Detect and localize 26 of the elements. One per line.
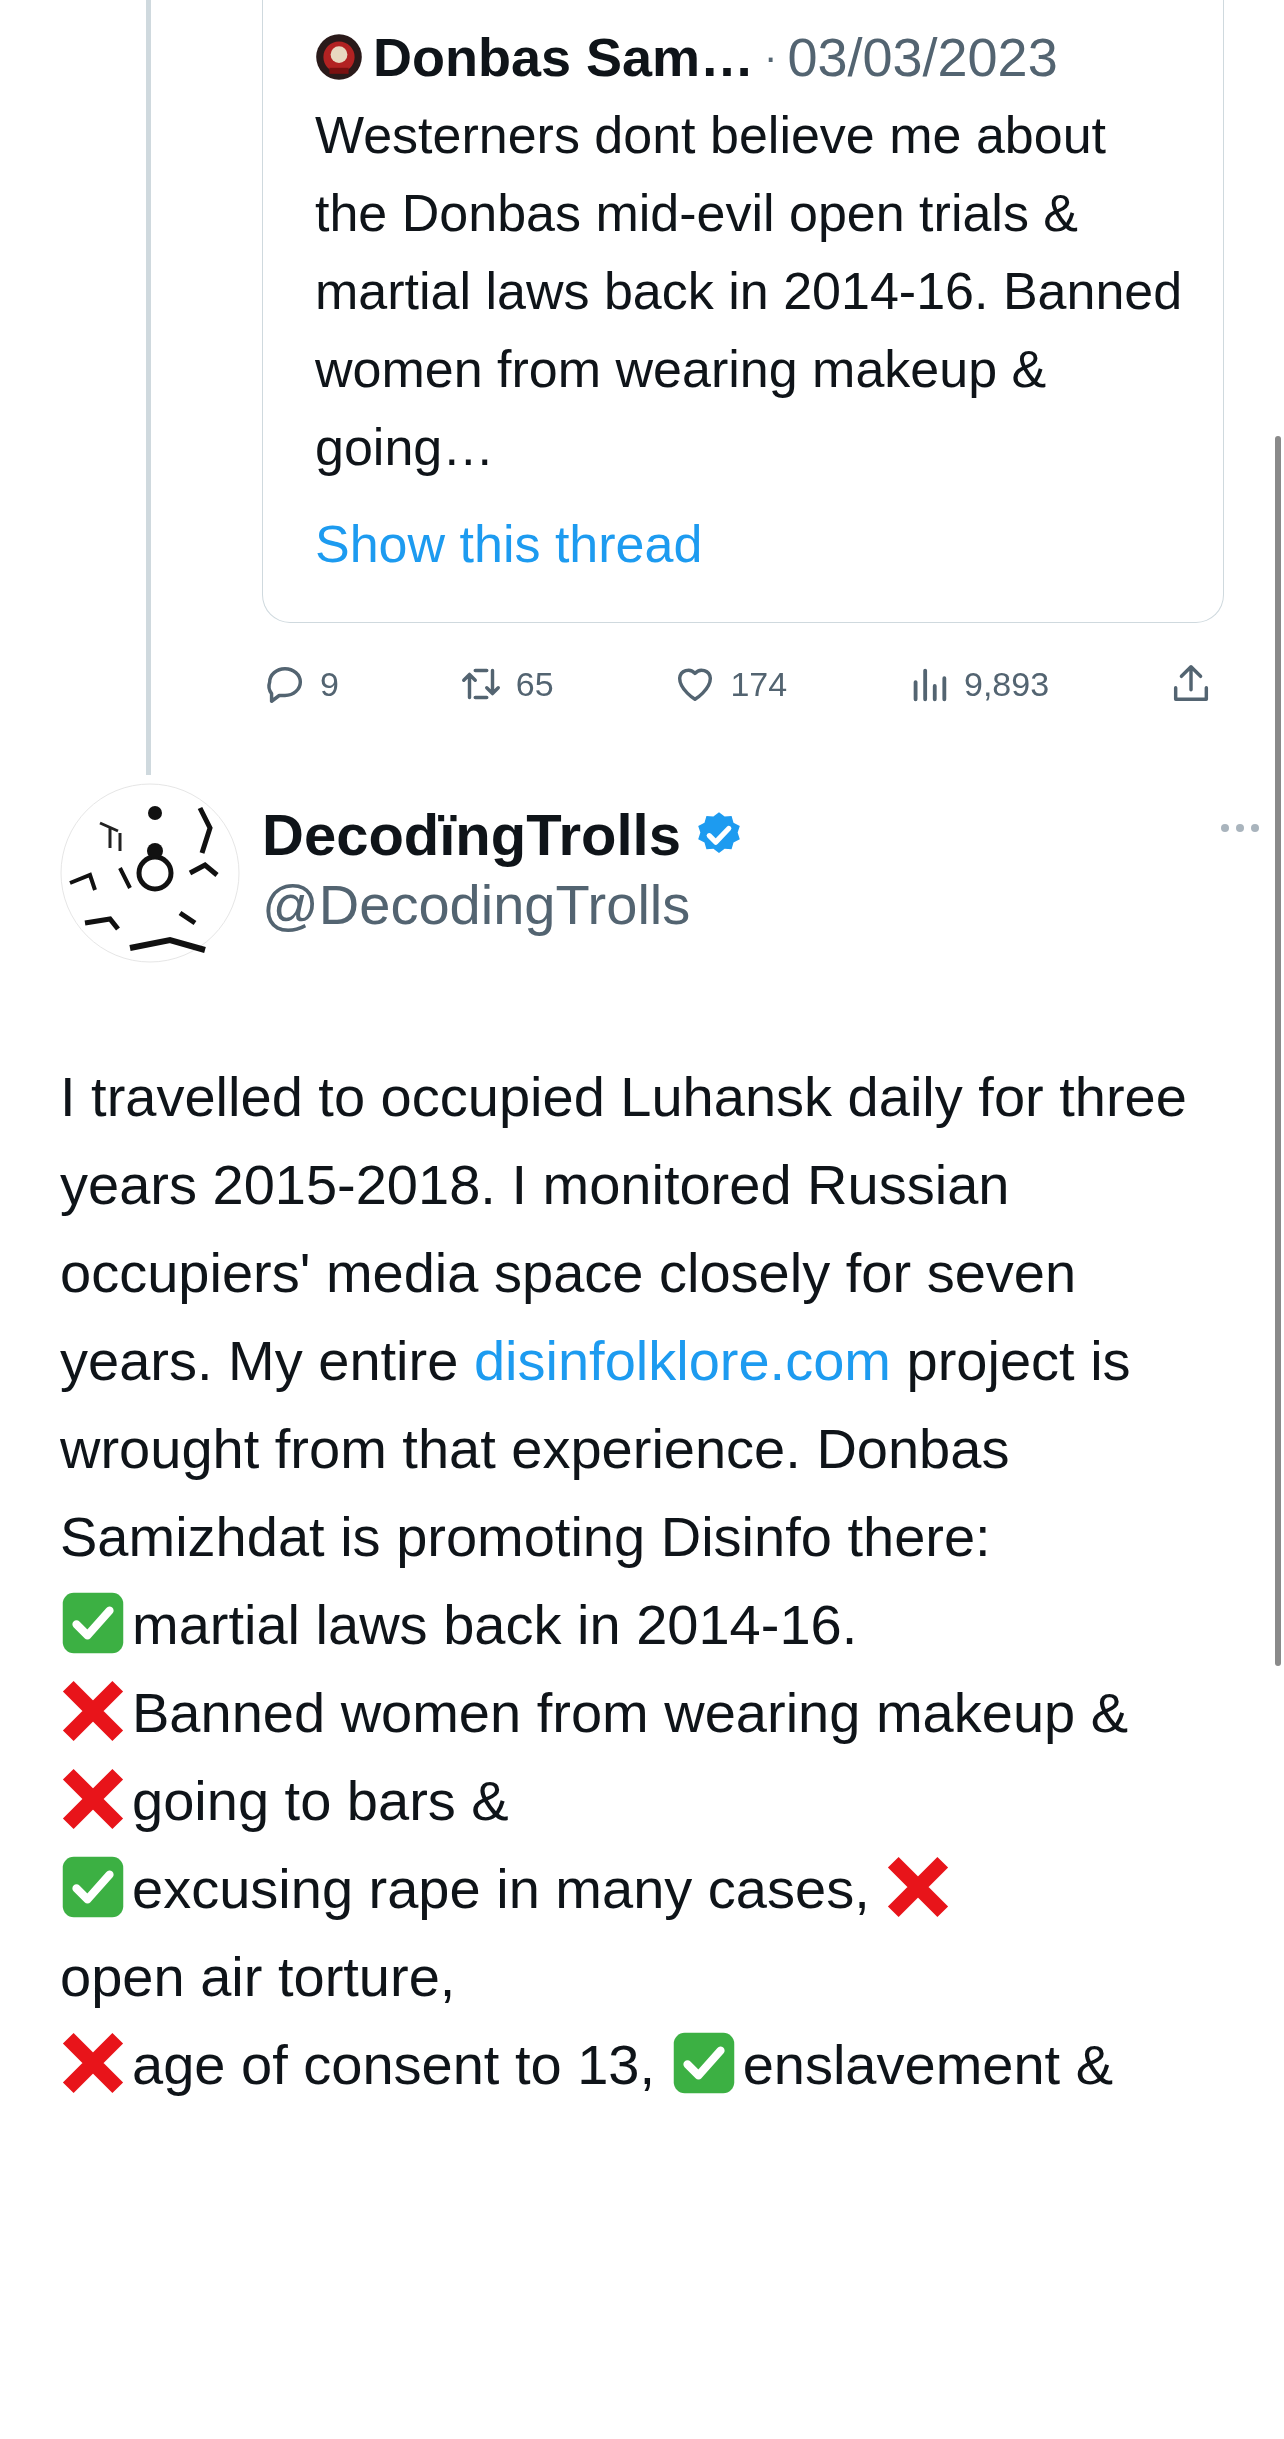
point-text: open air torture, xyxy=(60,1945,456,2008)
like-count: 174 xyxy=(730,664,788,704)
check-mark-icon xyxy=(60,1590,126,1656)
author-name[interactable]: Donbas Sam… xyxy=(373,26,755,88)
cross-mark-icon xyxy=(60,1766,126,1832)
display-name[interactable]: DecodïngTrolls xyxy=(262,801,681,868)
tweet-date: 03/03/2023 xyxy=(787,26,1058,88)
quoted-tweet-card[interactable]: Donbas Sam… · 03/03/2023 Westerners dont believe me about the Donbas mid-evil open trials & martial laws back in 2014-16. Banned women from wearing makeup & going… Show this thread xyxy=(262,0,1224,623)
view-count: 9,893 xyxy=(964,664,1050,704)
cross-mark-icon xyxy=(60,1678,126,1744)
tweet-text: I travelled to occupied Luhansk daily for three years 2015-2018. I monitored Russian occupiers' media space closely for seven years. My entire disinfolklore.com project is wrought from that experience. Donbas Samizhdat is promoting Disinfo there: xyxy=(60,1064,1188,1570)
reply-count: 9 xyxy=(320,664,339,704)
retweet-count: 65 xyxy=(515,664,554,704)
check-mark-icon xyxy=(60,1854,126,1920)
separator: · xyxy=(764,34,778,80)
cross-mark-icon xyxy=(60,2030,126,2096)
user-handle[interactable]: @DecodingTrolls xyxy=(262,872,1220,937)
avatar[interactable] xyxy=(60,783,240,963)
point-text: Banned women from wearing makeup & xyxy=(132,1681,1129,1744)
point-text: enslavement & xyxy=(742,2033,1114,2096)
point-text: age of consent to 13, xyxy=(132,2033,657,2096)
quoted-tweet-text: Westerners dont believe me about the Donbas mid-evil open trials & martial laws back in 2014-16. Banned women from wearing makeup & going… xyxy=(315,105,1184,478)
point-text: excusing rape in many cases, xyxy=(132,1857,871,1920)
point-text: martial laws back in 2014-16. xyxy=(132,1593,858,1656)
point-text: going to bars & xyxy=(132,1769,509,1832)
avatar xyxy=(315,33,363,81)
